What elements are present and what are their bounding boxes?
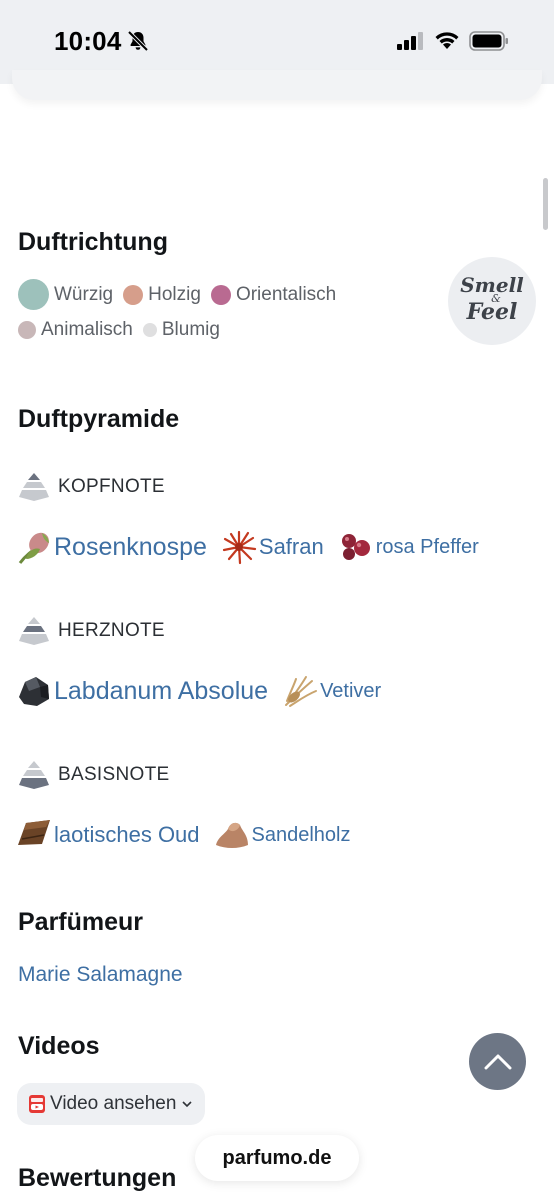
scroll-to-top-button[interactable] xyxy=(469,1033,526,1090)
pyramid-base-icon xyxy=(19,761,49,789)
scent-direction-label: Holzig xyxy=(148,283,201,305)
sandalwood-icon xyxy=(215,822,248,848)
note-link-labdanum-absolue[interactable]: Labdanum Absolue xyxy=(16,673,268,709)
scent-direction-label: Würzig xyxy=(54,283,114,305)
note-link-rosenknospe[interactable]: Rosenknospe xyxy=(16,529,207,565)
pyramid-top-icon xyxy=(19,473,49,501)
url-text: parfumo.de xyxy=(222,1146,332,1169)
note-header-label: HERZNOTE xyxy=(58,620,165,641)
chevron-down-icon xyxy=(182,1101,193,1108)
scent-direction-item: Orientalisch xyxy=(210,283,337,306)
note-label: Safran xyxy=(258,534,324,559)
status-time: 10:04 xyxy=(54,26,122,56)
note-row-top: Rosenknospe Safran rosa Pfeffer xyxy=(16,529,493,565)
note-header-heart: HERZNOTE xyxy=(18,616,165,646)
note-link-safran[interactable]: Safran xyxy=(221,529,324,565)
note-label: Vetiver xyxy=(320,679,382,702)
header-card xyxy=(12,70,542,100)
scent-direction-row: Würzig Holzig Orientalisch xyxy=(18,279,346,310)
scent-direction-label: Blumig xyxy=(161,319,220,340)
signal-icon xyxy=(397,32,423,50)
rosebud-icon xyxy=(18,532,49,564)
note-link-sandelholz[interactable]: Sandelholz xyxy=(214,817,351,853)
scent-dot xyxy=(142,323,157,337)
scent-direction-row: Animalisch Blumig xyxy=(18,319,230,341)
vetiver-icon xyxy=(285,676,318,707)
scent-direction-label: Animalisch xyxy=(41,319,133,340)
scrollbar[interactable] xyxy=(543,178,548,230)
pyramid-heart-icon xyxy=(19,617,49,645)
smell-feel-logo-text: Feel xyxy=(466,299,518,325)
note-link-vetiver[interactable]: Vetiver xyxy=(282,673,381,709)
note-label: laotisches Oud xyxy=(54,822,200,847)
note-row-base: laotisches Oud Sandelholz xyxy=(16,817,365,853)
battery-icon xyxy=(469,31,508,51)
wifi-icon xyxy=(435,32,459,49)
saffron-icon xyxy=(222,530,256,565)
video-button-label: Video ansehen xyxy=(50,1093,177,1114)
note-label: Labdanum Absolue xyxy=(54,676,269,705)
scent-direction-item: Holzig xyxy=(123,284,201,306)
scent-direction-item: Blumig xyxy=(142,319,220,341)
note-header-label: KOPFNOTE xyxy=(58,476,165,497)
note-label: rosa Pfeffer xyxy=(375,535,479,558)
scent-dot xyxy=(18,321,36,339)
perfumer-link[interactable]: Marie Salamagne xyxy=(18,963,183,987)
chevron-up-icon xyxy=(484,1054,511,1069)
labdanum-icon xyxy=(19,677,49,706)
section-title-videos: Videos xyxy=(18,1032,100,1060)
scent-direction-label: Orientalisch xyxy=(235,283,337,305)
scent-dot xyxy=(123,284,144,305)
oud-icon xyxy=(18,820,50,845)
note-row-heart: Labdanum Absolue Vetiver xyxy=(16,673,395,709)
section-title-duftpyramide: Duftpyramide xyxy=(18,405,180,433)
note-header-label: BASISNOTE xyxy=(58,764,170,785)
youtube-icon xyxy=(29,1095,45,1113)
note-link-laotisches-oud[interactable]: laotisches Oud xyxy=(16,817,200,853)
note-header-base: BASISNOTE xyxy=(18,760,169,790)
video-ansehen-button[interactable]: Video ansehen xyxy=(17,1083,206,1125)
section-title-bewertungen: Bewertungen xyxy=(18,1164,177,1192)
browser-url-bar[interactable]: parfumo.de xyxy=(195,1135,359,1181)
section-title-parfumeur: Parfümeur xyxy=(18,908,144,936)
note-link-rosa-pfeffer[interactable]: rosa Pfeffer xyxy=(338,529,479,565)
scent-direction-item: Würzig xyxy=(18,279,113,310)
scent-dot xyxy=(210,284,231,305)
scent-dot xyxy=(18,279,49,310)
pink-pepper-icon xyxy=(341,534,370,560)
bell-muted-icon xyxy=(127,30,149,52)
note-label: Sandelholz xyxy=(251,823,351,846)
section-title-duftrichtung: Duftrichtung xyxy=(18,228,168,256)
smell-feel-button[interactable]: Smell & Feel xyxy=(448,257,536,345)
note-label: Rosenknospe xyxy=(54,532,207,561)
note-header-top: KOPFNOTE xyxy=(18,472,165,502)
scent-direction-item: Animalisch xyxy=(18,319,133,341)
